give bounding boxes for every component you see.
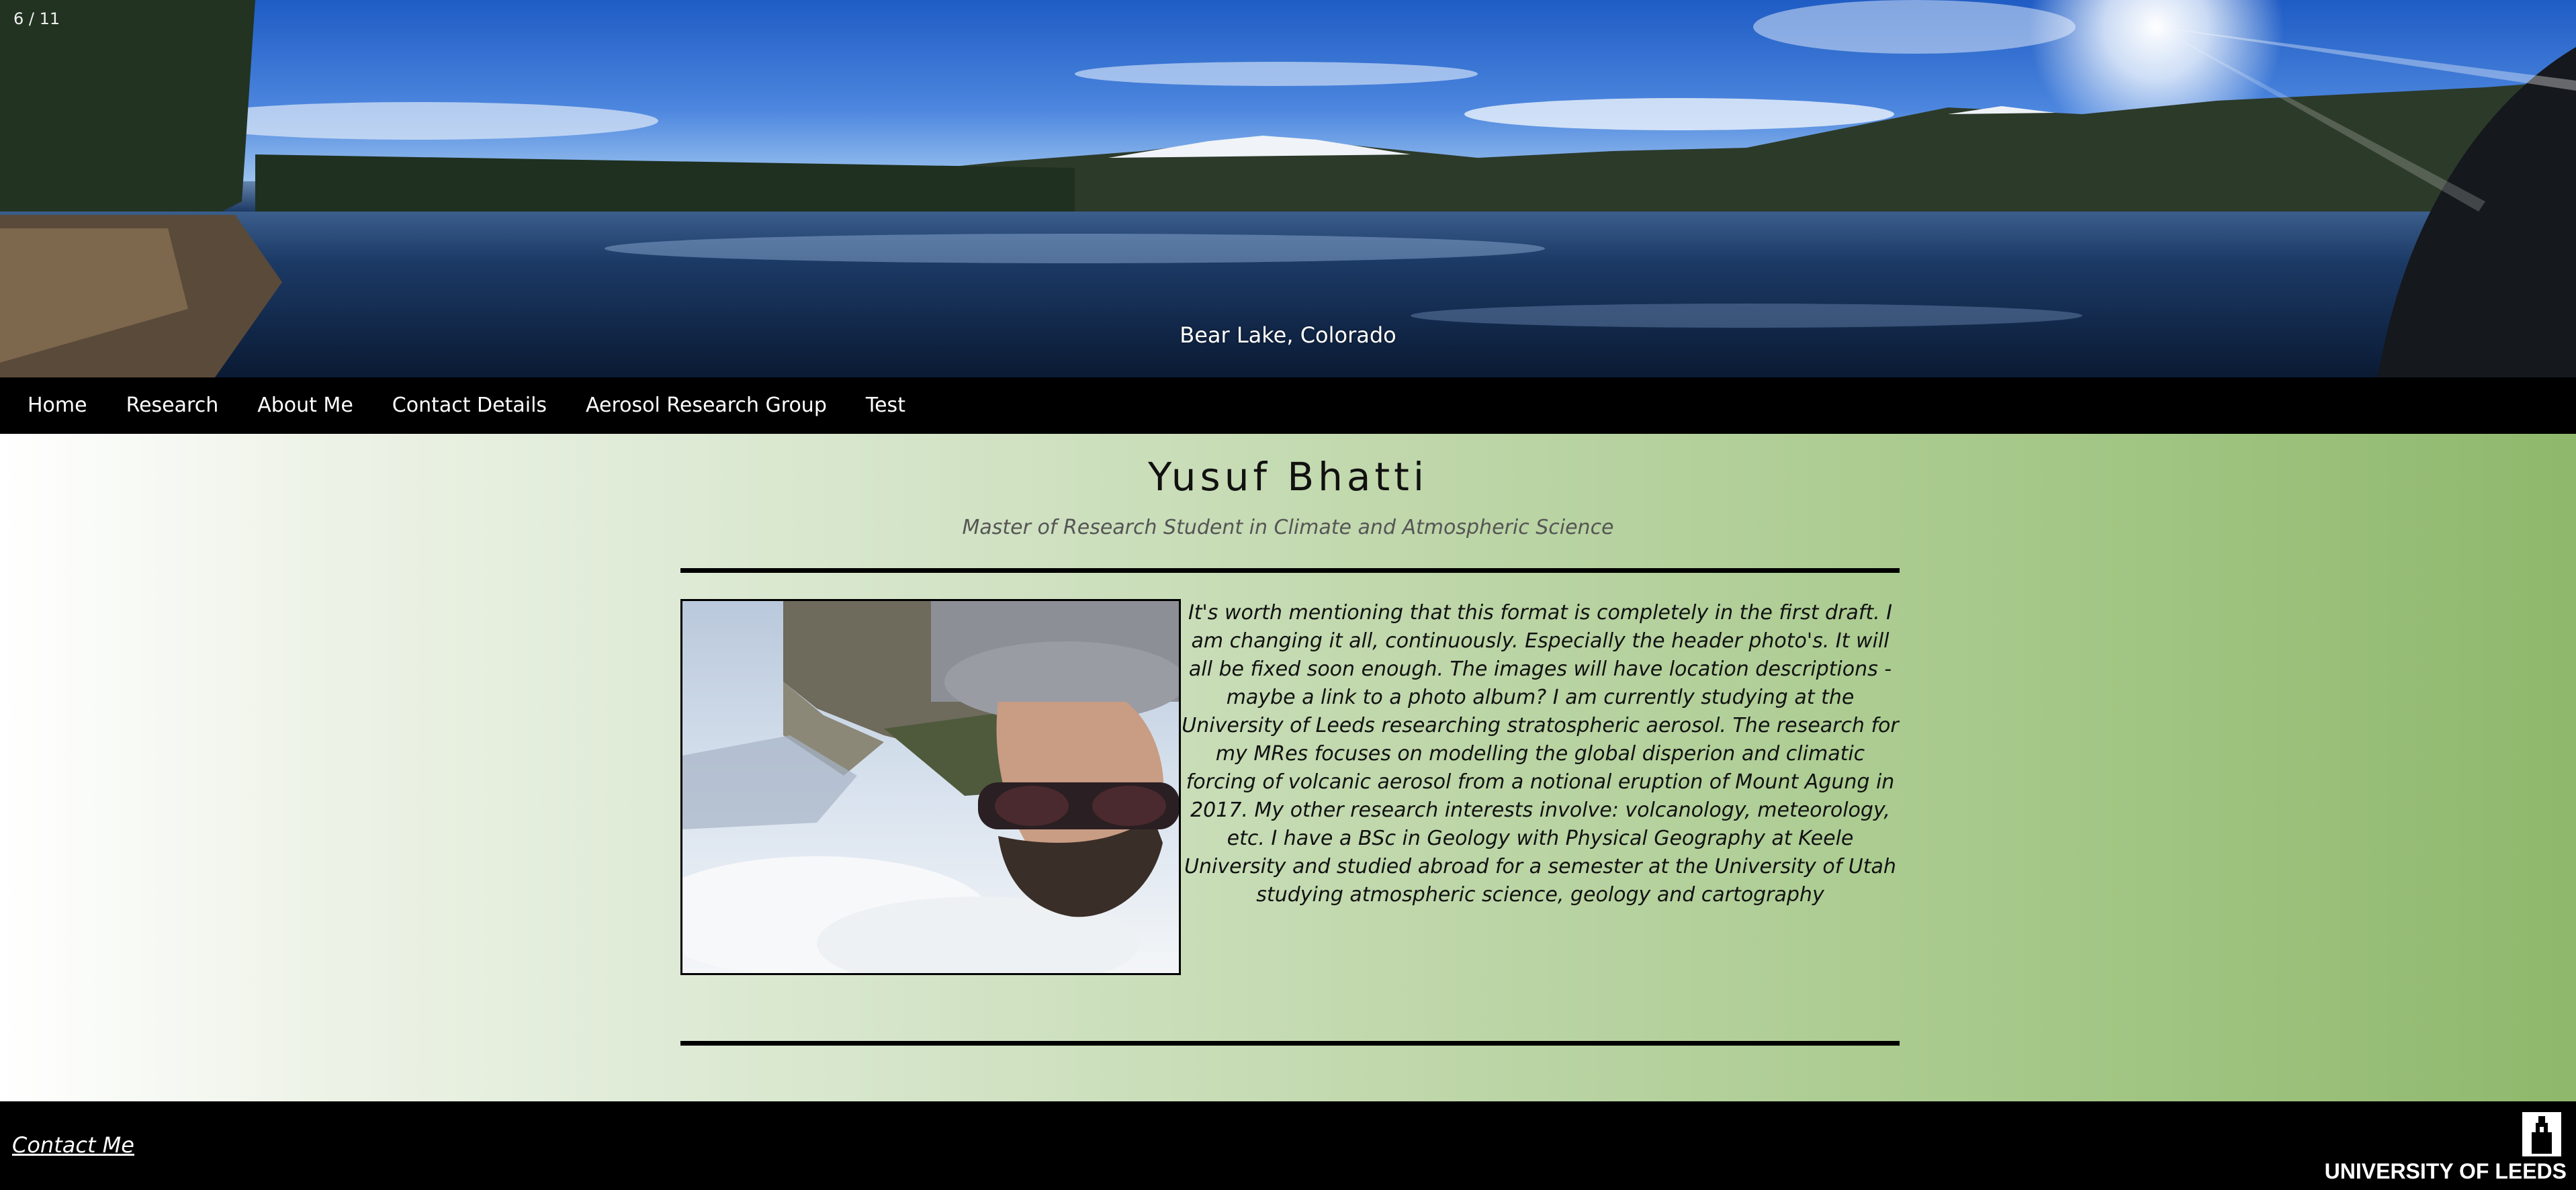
page-title: Yusuf Bhatti	[1147, 454, 1429, 500]
header-slideshow[interactable]: 6 / 11 Bear Lake, Colorado	[0, 0, 2576, 377]
nav-item-contact-details[interactable]: Contact Details	[373, 377, 566, 434]
divider-bottom	[680, 1041, 1900, 1046]
bio-text: It's worth mentioning that this format i…	[1182, 601, 1899, 907]
university-of-leeds-logo[interactable]: UNIVERSITY OF LEEDS	[2325, 1112, 2567, 1183]
nav-item-test[interactable]: Test	[846, 377, 925, 434]
leeds-crest-icon	[2522, 1112, 2561, 1156]
nav-item-about-me[interactable]: About Me	[238, 377, 373, 434]
leeds-logo-text: UNIVERSITY OF LEEDS	[2324, 1159, 2567, 1183]
profile-photo	[680, 599, 1181, 975]
main-content: Yusuf Bhatti Master of Research Student …	[0, 434, 2576, 1101]
page-subtitle: Master of Research Student in Climate an…	[962, 516, 1614, 539]
nav-item-home[interactable]: Home	[0, 377, 107, 434]
divider-top	[680, 568, 1900, 573]
nav-item-research[interactable]: Research	[107, 377, 238, 434]
slide-counter: 6 / 11	[13, 9, 60, 28]
nav-item-aerosol-research-group[interactable]: Aerosol Research Group	[566, 377, 846, 434]
main-nav: Home Research About Me Contact Details A…	[0, 377, 2576, 434]
contact-me-link[interactable]: Contact Me	[12, 1132, 134, 1158]
footer: Contact Me UNIVERSITY OF LEEDS	[0, 1101, 2576, 1190]
slide-caption: Bear Lake, Colorado	[1180, 322, 1396, 348]
lake-landscape-photo	[0, 0, 2576, 377]
